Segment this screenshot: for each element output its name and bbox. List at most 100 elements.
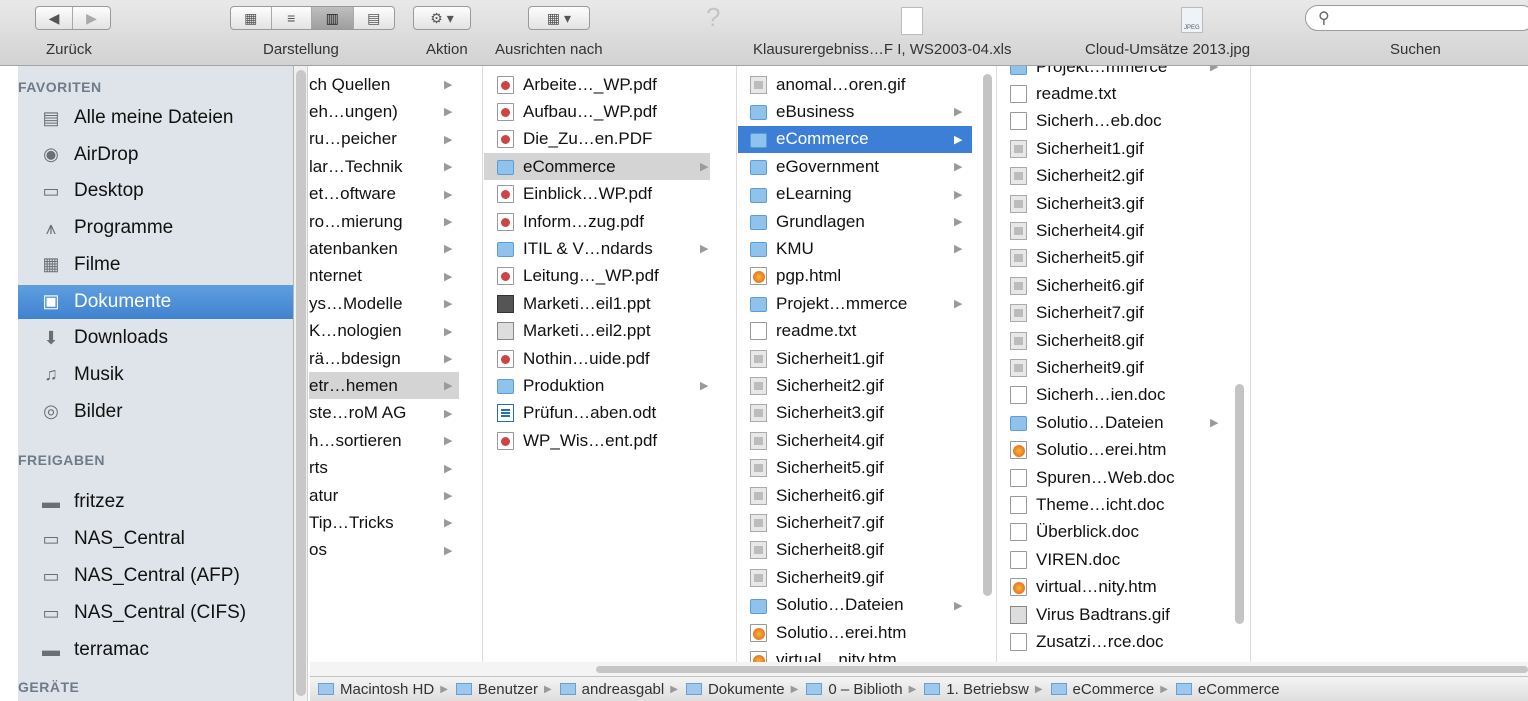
file-row[interactable]: ro…mierung ▶ [309, 208, 459, 235]
file-row[interactable]: readme.txt [738, 318, 972, 345]
folder-row[interactable]: eCommerce ▶ [484, 153, 710, 181]
path-segment[interactable]: Macintosh HD ▶ [310, 681, 448, 698]
sidebar-item[interactable]: ▬ fritzez [18, 485, 293, 519]
folder-row[interactable]: Produktion ▶ [484, 372, 710, 399]
file-row[interactable]: Aufbau…_WP.pdf [484, 98, 710, 125]
forward-button[interactable]: ▶ [73, 7, 110, 29]
file-row[interactable]: Sicherheit8.gif [998, 327, 1228, 354]
file-row[interactable]: eh…ungen) ▶ [309, 98, 459, 125]
sidebar-item[interactable]: ▭ NAS_Central (CIFS) [18, 596, 293, 630]
path-segment[interactable]: Dokumente ▶ [678, 681, 798, 698]
file-row[interactable]: Sicherheit9.gif [998, 354, 1228, 381]
sidebar-item[interactable]: ▦ Filme [18, 248, 293, 282]
file-row[interactable]: etr…hemen ▶ [309, 372, 459, 400]
file-row[interactable]: os ▶ [309, 537, 459, 564]
file-row[interactable]: Einblick…WP.pdf [484, 181, 710, 208]
file-row[interactable]: Sicherheit4.gif [998, 217, 1228, 244]
jpeg-file-label[interactable]: Cloud-Umsätze 2013.jpg [1085, 41, 1250, 58]
file-row[interactable]: virtual…nity.htm [738, 646, 972, 662]
file-row[interactable]: Prüfun…aben.odt [484, 400, 710, 427]
file-row[interactable]: ch Quellen ▶ [309, 71, 459, 98]
file-row[interactable]: Solutio…erei.htm [738, 619, 972, 646]
xls-file-icon[interactable] [901, 7, 923, 35]
sidebar-scrollbar[interactable] [296, 70, 306, 696]
search-input[interactable] [1338, 9, 1518, 27]
sidebar-item[interactable]: ▭ NAS_Central [18, 522, 293, 556]
column-view-button[interactable]: ▥ [312, 7, 354, 29]
file-row[interactable]: ys…Modelle ▶ [309, 290, 459, 317]
path-segment[interactable]: eCommerce ▶ [1043, 681, 1168, 698]
file-row[interactable]: Sicherheit9.gif [738, 564, 972, 591]
path-segment[interactable]: 0 – Biblioth ▶ [798, 681, 916, 698]
file-row[interactable]: pgp.html [738, 263, 972, 290]
jpeg-file-icon[interactable]: JPEG [1181, 7, 1203, 33]
file-row[interactable]: Virus Badtrans.gif [998, 601, 1228, 628]
icon-view-button[interactable]: ▦ [231, 7, 272, 29]
column-4-scrollbar[interactable] [1235, 384, 1244, 624]
file-row[interactable]: Sicherheit1.gif [998, 135, 1228, 162]
file-row[interactable]: Arbeite…_WP.pdf [484, 71, 710, 98]
coverflow-view-button[interactable]: ▤ [354, 7, 395, 29]
sidebar-item[interactable]: ▤ Alle meine Dateien [18, 101, 293, 135]
sidebar-item[interactable]: ♫ Musik [18, 358, 293, 392]
file-row[interactable]: Sicherheit5.gif [998, 245, 1228, 272]
file-row[interactable]: Die_Zu…en.PDF [484, 126, 710, 153]
file-row[interactable]: Sicherheit2.gif [738, 372, 972, 399]
sidebar-item[interactable]: ◉ AirDrop [18, 138, 293, 172]
sidebar-item[interactable]: ◎ Bilder [18, 395, 293, 429]
file-row[interactable]: Überblick.doc [998, 519, 1228, 546]
sidebar-item[interactable]: ▬ terramac [18, 633, 293, 667]
sidebar-item[interactable]: ⬇ Downloads [18, 321, 293, 355]
file-row[interactable]: rä…bdesign ▶ [309, 345, 459, 372]
file-row[interactable]: atur ▶ [309, 482, 459, 509]
file-row[interactable]: Solutio…erei.htm [998, 437, 1228, 464]
column-3-scrollbar[interactable] [983, 74, 992, 596]
file-row[interactable]: Sicherheit7.gif [738, 509, 972, 536]
folder-row[interactable]: Grundlagen ▶ [738, 208, 972, 235]
file-row[interactable]: Spuren…Web.doc [998, 464, 1228, 491]
file-row[interactable]: Tip…Tricks ▶ [309, 509, 459, 536]
file-row[interactable]: Inform…zug.pdf [484, 208, 710, 235]
file-row[interactable]: Sicherheit5.gif [738, 455, 972, 482]
file-row[interactable]: anomal…oren.gif [738, 71, 972, 98]
file-row[interactable]: readme.txt [998, 80, 1228, 107]
path-segment[interactable]: eCommerce [1168, 681, 1280, 698]
file-row[interactable]: VIREN.doc [998, 546, 1228, 573]
file-row[interactable]: Sicherheit6.gif [998, 272, 1228, 299]
folder-row[interactable]: eLearning ▶ [738, 181, 972, 208]
file-row[interactable]: Marketi…eil1.ppt [484, 290, 710, 317]
file-row[interactable]: Sicherheit3.gif [738, 400, 972, 427]
file-row[interactable]: Sicherheit7.gif [998, 300, 1228, 327]
sidebar-item[interactable]: ▣ Dokumente [18, 284, 293, 319]
file-row[interactable]: Leitung…_WP.pdf [484, 263, 710, 290]
file-row[interactable]: et…oftware ▶ [309, 181, 459, 208]
file-row[interactable]: lar…Technik ▶ [309, 153, 459, 180]
path-segment[interactable]: 1. Betriebsw ▶ [916, 681, 1043, 698]
folder-row[interactable]: Solutio…Dateien ▶ [738, 592, 972, 619]
path-segment[interactable]: Benutzer ▶ [448, 681, 552, 698]
file-row[interactable]: Sicherh…ien.doc [998, 382, 1228, 409]
back-button[interactable]: ◀ [36, 7, 74, 29]
folder-row[interactable]: Projekt…mmerce ▶ [738, 290, 972, 317]
file-row[interactable]: h…sortieren ▶ [309, 427, 459, 454]
sidebar-item[interactable]: ▭ NAS_Central (AFP) [18, 559, 293, 593]
file-row[interactable]: ste…roM AG ▶ [309, 400, 459, 427]
folder-row[interactable]: Solutio…Dateien ▶ [998, 409, 1228, 436]
file-row[interactable]: WP_Wis…ent.pdf [484, 427, 710, 454]
file-row[interactable]: Sicherheit1.gif [738, 345, 972, 372]
horizontal-scrollbar[interactable] [596, 666, 1528, 673]
file-row[interactable]: Sicherheit3.gif [998, 190, 1228, 217]
file-row[interactable]: Zusatzi…rce.doc [998, 628, 1228, 655]
file-row[interactable]: ru…peicher ▶ [309, 126, 459, 153]
folder-row[interactable]: eGovernment ▶ [738, 153, 972, 180]
file-row[interactable]: rts ▶ [309, 455, 459, 482]
file-row[interactable]: Sicherheit6.gif [738, 482, 972, 509]
folder-row[interactable]: Projekt…mmerce ▶ [998, 66, 1228, 80]
sidebar-item[interactable]: ⩚ Programme [18, 211, 293, 245]
folder-row[interactable]: eCommerce ▶ [738, 125, 972, 153]
file-row[interactable]: Sicherh…eb.doc [998, 108, 1228, 135]
file-row[interactable]: Marketi…eil2.ppt [484, 318, 710, 345]
file-row[interactable]: Sicherheit2.gif [998, 163, 1228, 190]
folder-row[interactable]: ITIL & V…ndards ▶ [484, 235, 710, 262]
file-row[interactable]: nternet ▶ [309, 263, 459, 290]
